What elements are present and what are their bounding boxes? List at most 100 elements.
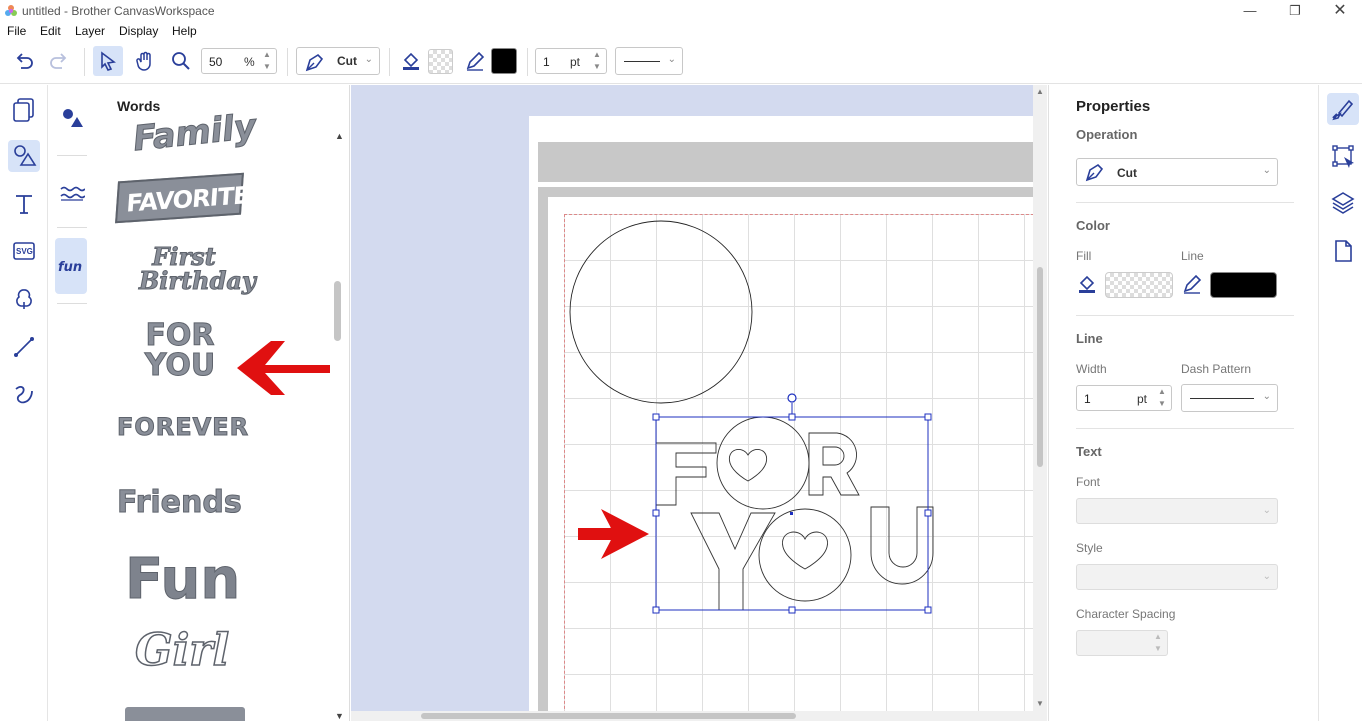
cut-pen-icon — [1085, 163, 1104, 182]
window-title: untitled - Brother CanvasWorkspace — [22, 4, 215, 18]
line-color-swatch[interactable] — [1210, 272, 1277, 298]
line-section: Line — [1076, 331, 1103, 346]
scroll-up-icon[interactable]: ▲ — [335, 131, 344, 141]
vscroll-thumb[interactable] — [1037, 267, 1043, 467]
zoom-input[interactable]: 50 % ▲ ▼ — [201, 48, 277, 74]
word-forever[interactable]: FOREVER — [116, 413, 249, 442]
close-button[interactable]: ✕ — [1318, 2, 1362, 20]
line-width-unit: pt — [570, 55, 581, 69]
style-label: Style — [1076, 541, 1103, 555]
dash-pattern-select[interactable]: ⌄ — [615, 47, 683, 75]
menu-help[interactable]: Help — [172, 24, 197, 38]
color-section: Color — [1076, 218, 1110, 233]
solid-line-icon — [1190, 398, 1254, 399]
word-family[interactable]: Family — [131, 106, 259, 160]
rotate-handle[interactable] — [787, 393, 797, 403]
word-girl[interactable]: Girl — [134, 624, 230, 677]
canvas-vscrollbar[interactable]: ▲ ▼ — [1033, 85, 1047, 721]
dash-pattern-dropdown[interactable]: ⌄ — [1181, 384, 1278, 412]
font-label: Font — [1076, 475, 1101, 489]
fun-icon[interactable]: fun — [55, 238, 87, 294]
svg-icon[interactable]: SVG — [8, 235, 40, 267]
project-icon[interactable] — [8, 93, 40, 125]
menu-file[interactable]: File — [7, 24, 26, 38]
menu-bar: File Edit Layer Display Help — [0, 22, 1362, 40]
spacing-stepper[interactable]: ▲ ▼ — [1151, 631, 1165, 655]
zoom-tool-icon[interactable] — [166, 46, 196, 76]
layers-icon[interactable] — [1327, 187, 1359, 219]
toolbar: 50 % ▲ ▼ Cut ⌄ 1 pt ▲ ▼ ⌄ — [0, 40, 1362, 84]
character-spacing-input[interactable]: ▲ ▼ — [1076, 630, 1168, 656]
circle-shape[interactable] — [569, 220, 753, 404]
style-dropdown[interactable]: ⌄ — [1076, 564, 1278, 590]
minimize-button[interactable]: — — [1228, 2, 1272, 20]
fill-swatch[interactable] — [1105, 272, 1173, 298]
hand-tool-icon[interactable] — [130, 46, 160, 76]
width-input[interactable]: 1 pt ▲ ▼ — [1076, 385, 1172, 411]
line-pen-icon[interactable] — [460, 46, 490, 76]
menu-edit[interactable]: Edit — [40, 24, 61, 38]
fill-color-swatch[interactable] — [428, 49, 453, 74]
word-first-birthday[interactable]: First Birthday — [139, 244, 257, 293]
line-tool-icon[interactable] — [8, 331, 40, 363]
operation-dropdown[interactable]: Cut ⌄ — [1076, 158, 1278, 186]
font-dropdown[interactable]: ⌄ — [1076, 498, 1278, 524]
undo-icon[interactable] — [9, 46, 39, 76]
svg-text:SVG: SVG — [16, 247, 33, 256]
cut-pen-icon — [305, 53, 324, 72]
red-arrow-right — [578, 509, 649, 559]
text-icon[interactable] — [8, 188, 40, 220]
hscroll-thumb[interactable] — [421, 713, 796, 719]
line-pen-icon — [1183, 274, 1202, 294]
word-fun[interactable]: Fun — [124, 547, 240, 613]
right-tab-bar — [1318, 85, 1362, 721]
canvas-hscrollbar[interactable] — [351, 711, 1033, 721]
left-tool-bar: SVG — [0, 85, 48, 721]
app-logo-icon — [5, 5, 17, 16]
fill-label: Fill — [1076, 249, 1092, 263]
words-header: Words — [117, 98, 161, 114]
line-width-stepper[interactable]: ▲ ▼ — [590, 49, 604, 73]
word-friends[interactable]: Friends — [117, 485, 243, 521]
for-you-shape[interactable] — [655, 416, 934, 611]
menu-display[interactable]: Display — [119, 24, 158, 38]
restore-button[interactable]: ❐ — [1273, 2, 1317, 20]
word-partial[interactable] — [125, 707, 245, 721]
design-layer — [569, 220, 934, 614]
shapes-icon[interactable] — [8, 140, 40, 172]
line-width-input[interactable]: 1 pt ▲ ▼ — [535, 48, 607, 74]
redo-icon[interactable] — [44, 46, 74, 76]
fill-bucket-icon[interactable] — [396, 46, 426, 76]
select-tool-icon[interactable] — [93, 46, 123, 76]
canvas-area[interactable]: ▲ ▼ — [351, 85, 1047, 721]
freehand-icon[interactable] — [8, 378, 40, 410]
scrollbar-thumb[interactable] — [334, 281, 341, 341]
word-list-scrollbar[interactable]: ▲ ▼ — [332, 129, 344, 721]
scroll-up-icon[interactable]: ▲ — [1036, 87, 1044, 96]
properties-panel: Properties Operation Cut ⌄ Color Fill Li… — [1048, 85, 1318, 721]
scroll-down-icon[interactable]: ▼ — [1036, 699, 1044, 708]
line-width-value: 1 — [543, 55, 550, 69]
red-arrow-left — [237, 341, 330, 395]
basic-shapes-icon[interactable] — [57, 103, 87, 133]
operation-select[interactable]: Cut ⌄ — [296, 47, 380, 75]
pattern-icon[interactable] — [8, 283, 40, 315]
word-favorite-banner[interactable]: FAVORITE — [115, 172, 250, 224]
chevron-down-icon: ⌄ — [1262, 391, 1271, 402]
line-color-swatch[interactable] — [491, 48, 517, 74]
solid-line-icon — [624, 61, 660, 62]
page-icon[interactable] — [1327, 235, 1359, 267]
width-value: 1 — [1084, 392, 1091, 406]
title-bar: untitled - Brother CanvasWorkspace — ❐ ✕ — [0, 0, 1362, 22]
chevron-down-icon: ⌄ — [667, 54, 676, 65]
width-stepper[interactable]: ▲ ▼ — [1155, 386, 1169, 410]
zoom-stepper[interactable]: ▲ ▼ — [260, 49, 274, 73]
chevron-down-icon: ⌄ — [1262, 571, 1271, 582]
transform-icon[interactable] — [1327, 140, 1359, 172]
scroll-down-icon[interactable]: ▼ — [335, 711, 344, 721]
properties-brush-icon[interactable] — [1327, 93, 1359, 125]
menu-layer[interactable]: Layer — [75, 24, 105, 38]
svg-text:fun: fun — [58, 260, 82, 275]
word-for-you[interactable]: FOR YOU — [135, 320, 225, 381]
wave-icon[interactable] — [57, 177, 87, 207]
